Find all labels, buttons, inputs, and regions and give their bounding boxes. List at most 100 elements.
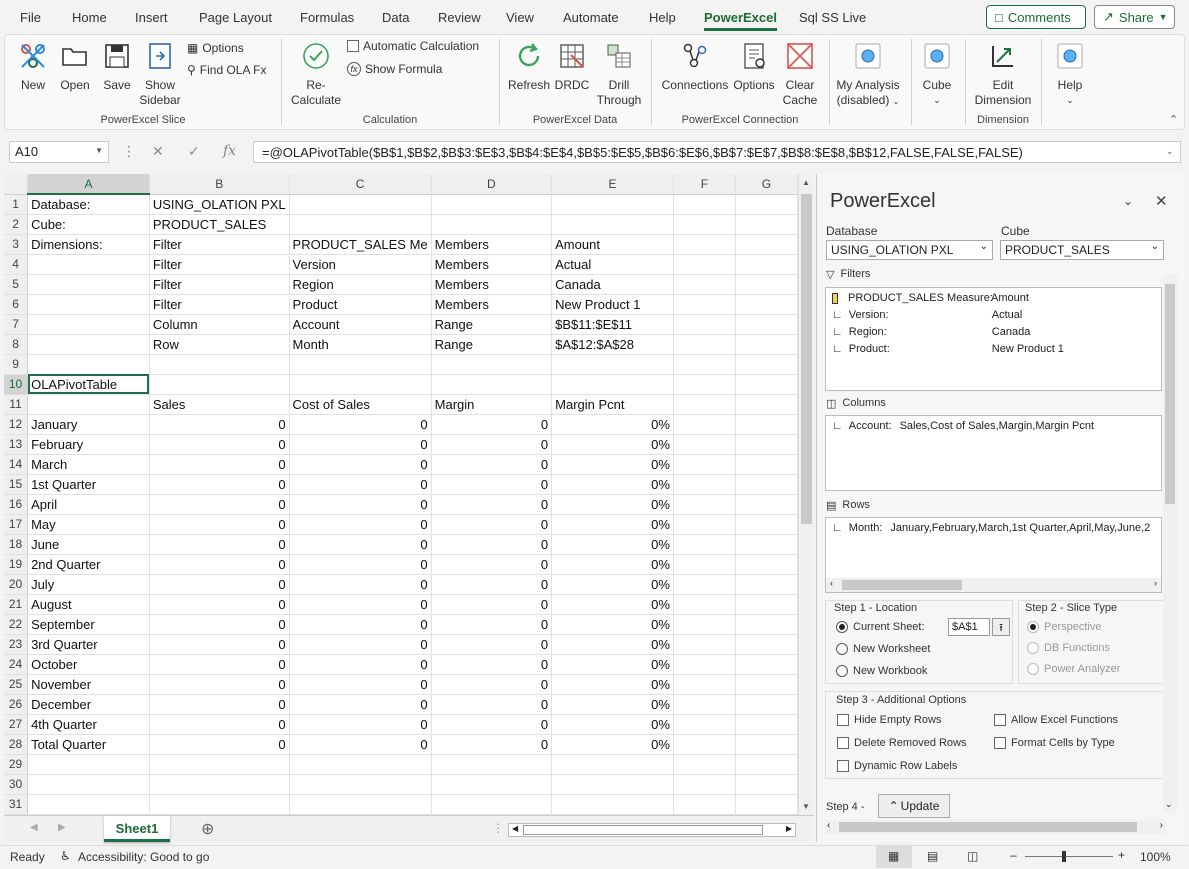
- cell[interactable]: Database:: [27, 194, 150, 215]
- find-ola-fx-button[interactable]: ⚲ Find OLA Fx: [187, 63, 267, 77]
- row-header[interactable]: 4: [4, 254, 29, 275]
- row-header[interactable]: 31: [4, 794, 29, 815]
- cell[interactable]: [735, 194, 798, 215]
- cell[interactable]: [673, 474, 736, 495]
- cell[interactable]: [673, 634, 736, 655]
- dynamic-row-labels-checkbox[interactable]: Dynamic Row Labels: [837, 760, 957, 772]
- filters-list[interactable]: PRODUCT_SALES Measure: Amount ∟ Version: A…: [825, 287, 1162, 391]
- close-icon[interactable]: ✕: [1155, 192, 1168, 210]
- cell[interactable]: Range: [431, 334, 553, 355]
- cell[interactable]: Members: [431, 294, 553, 315]
- cell[interactable]: $B$11:$E$11: [551, 314, 674, 335]
- page-break-view-icon[interactable]: ◫: [967, 849, 978, 863]
- scroll-thumb[interactable]: [523, 825, 763, 835]
- column-item[interactable]: ∟ Account: Sales,Cost of Sales,Margin,Mar…: [832, 420, 1094, 432]
- cell[interactable]: [735, 294, 798, 315]
- cell[interactable]: [673, 234, 736, 255]
- zoom-level[interactable]: 100%: [1140, 850, 1171, 864]
- cell[interactable]: [735, 634, 798, 655]
- cell[interactable]: Total Quarter: [27, 734, 150, 755]
- cell[interactable]: 0: [149, 694, 290, 715]
- cell[interactable]: [27, 274, 150, 295]
- cell[interactable]: 0%: [551, 694, 674, 715]
- cell[interactable]: [149, 354, 290, 375]
- cell[interactable]: 0: [431, 514, 553, 535]
- cell[interactable]: [735, 214, 798, 235]
- row-header[interactable]: 22: [4, 614, 29, 635]
- row-header[interactable]: 7: [4, 314, 29, 335]
- cell[interactable]: 0: [431, 654, 553, 675]
- row-header[interactable]: 6: [4, 294, 29, 315]
- cell[interactable]: 0: [431, 574, 553, 595]
- cell[interactable]: 0: [289, 474, 432, 495]
- cell[interactable]: [431, 774, 553, 795]
- tab-help[interactable]: Help: [649, 10, 676, 25]
- cell[interactable]: 0: [149, 614, 290, 635]
- cell[interactable]: Dimensions:: [27, 234, 150, 255]
- delete-removed-rows-checkbox[interactable]: Delete Removed Rows: [837, 737, 967, 749]
- insert-function-icon[interactable]: fx: [223, 143, 236, 159]
- cell[interactable]: [431, 754, 553, 775]
- page-layout-view-icon[interactable]: ▤: [927, 849, 938, 863]
- row-header[interactable]: 3: [4, 234, 29, 255]
- perspective-radio[interactable]: Perspective: [1027, 621, 1101, 633]
- row-header[interactable]: 17: [4, 514, 29, 535]
- cell[interactable]: [149, 754, 290, 775]
- sheet-tab-sheet1[interactable]: Sheet1: [104, 816, 170, 842]
- cell[interactable]: August: [27, 594, 150, 615]
- cell[interactable]: [673, 314, 736, 335]
- cell[interactable]: [431, 354, 553, 375]
- drill-through-button[interactable]: Drill Through: [595, 41, 643, 108]
- filter-item[interactable]: ∟ Product: New Product 1: [832, 343, 1064, 355]
- cell[interactable]: Sales: [149, 394, 290, 415]
- row-header[interactable]: 20: [4, 574, 29, 595]
- expand-formula-icon[interactable]: ⌄: [1166, 146, 1174, 157]
- cell[interactable]: 0: [149, 674, 290, 695]
- cell[interactable]: 0: [289, 494, 432, 515]
- cell[interactable]: Canada: [551, 274, 674, 295]
- cell[interactable]: [735, 654, 798, 675]
- row-header[interactable]: 8: [4, 334, 29, 355]
- cell[interactable]: 0: [149, 454, 290, 475]
- cell[interactable]: 0: [431, 414, 553, 435]
- cell[interactable]: Filter: [149, 274, 290, 295]
- add-sheet-icon[interactable]: ⊕: [201, 819, 214, 839]
- cell[interactable]: 0: [149, 554, 290, 575]
- scroll-left-icon[interactable]: ‹: [827, 820, 830, 831]
- cell[interactable]: 0: [149, 574, 290, 595]
- cell[interactable]: 0%: [551, 554, 674, 575]
- cell[interactable]: [735, 254, 798, 275]
- tab-data[interactable]: Data: [382, 10, 409, 25]
- cell[interactable]: [27, 314, 150, 335]
- cell[interactable]: [735, 554, 798, 575]
- show-sidebar-button[interactable]: Show Sidebar: [139, 41, 181, 108]
- cell[interactable]: 3rd Quarter: [27, 634, 150, 655]
- column-header[interactable]: E: [551, 174, 674, 195]
- cell[interactable]: 0: [149, 534, 290, 555]
- tab-sql-ss-live[interactable]: Sql SS Live: [799, 10, 866, 25]
- cell[interactable]: [551, 354, 674, 375]
- cell[interactable]: 0: [431, 714, 553, 735]
- row-header[interactable]: 29: [4, 754, 29, 775]
- cell[interactable]: 0: [431, 694, 553, 715]
- cell[interactable]: 0%: [551, 734, 674, 755]
- location-cell-input[interactable]: $A$1: [948, 618, 990, 636]
- cell[interactable]: [735, 454, 798, 475]
- cell[interactable]: 0: [149, 714, 290, 735]
- scroll-left-icon[interactable]: ‹: [830, 578, 833, 588]
- cell[interactable]: 0%: [551, 474, 674, 495]
- confirm-icon[interactable]: ✓: [188, 143, 200, 160]
- cell[interactable]: [735, 714, 798, 735]
- row-header[interactable]: 16: [4, 494, 29, 515]
- cell[interactable]: Members: [431, 274, 553, 295]
- cell[interactable]: OLAPivotTable: [27, 374, 150, 395]
- pane-horizontal-scrollbar[interactable]: ‹ ›: [825, 820, 1165, 834]
- row-header[interactable]: 11: [4, 394, 29, 415]
- column-header[interactable]: G: [735, 174, 798, 195]
- cell[interactable]: Version: [289, 254, 432, 275]
- cell[interactable]: [551, 794, 674, 815]
- cell[interactable]: [735, 314, 798, 335]
- row-header[interactable]: 25: [4, 674, 29, 695]
- cell[interactable]: $A$12:$A$28: [551, 334, 674, 355]
- cell[interactable]: [735, 534, 798, 555]
